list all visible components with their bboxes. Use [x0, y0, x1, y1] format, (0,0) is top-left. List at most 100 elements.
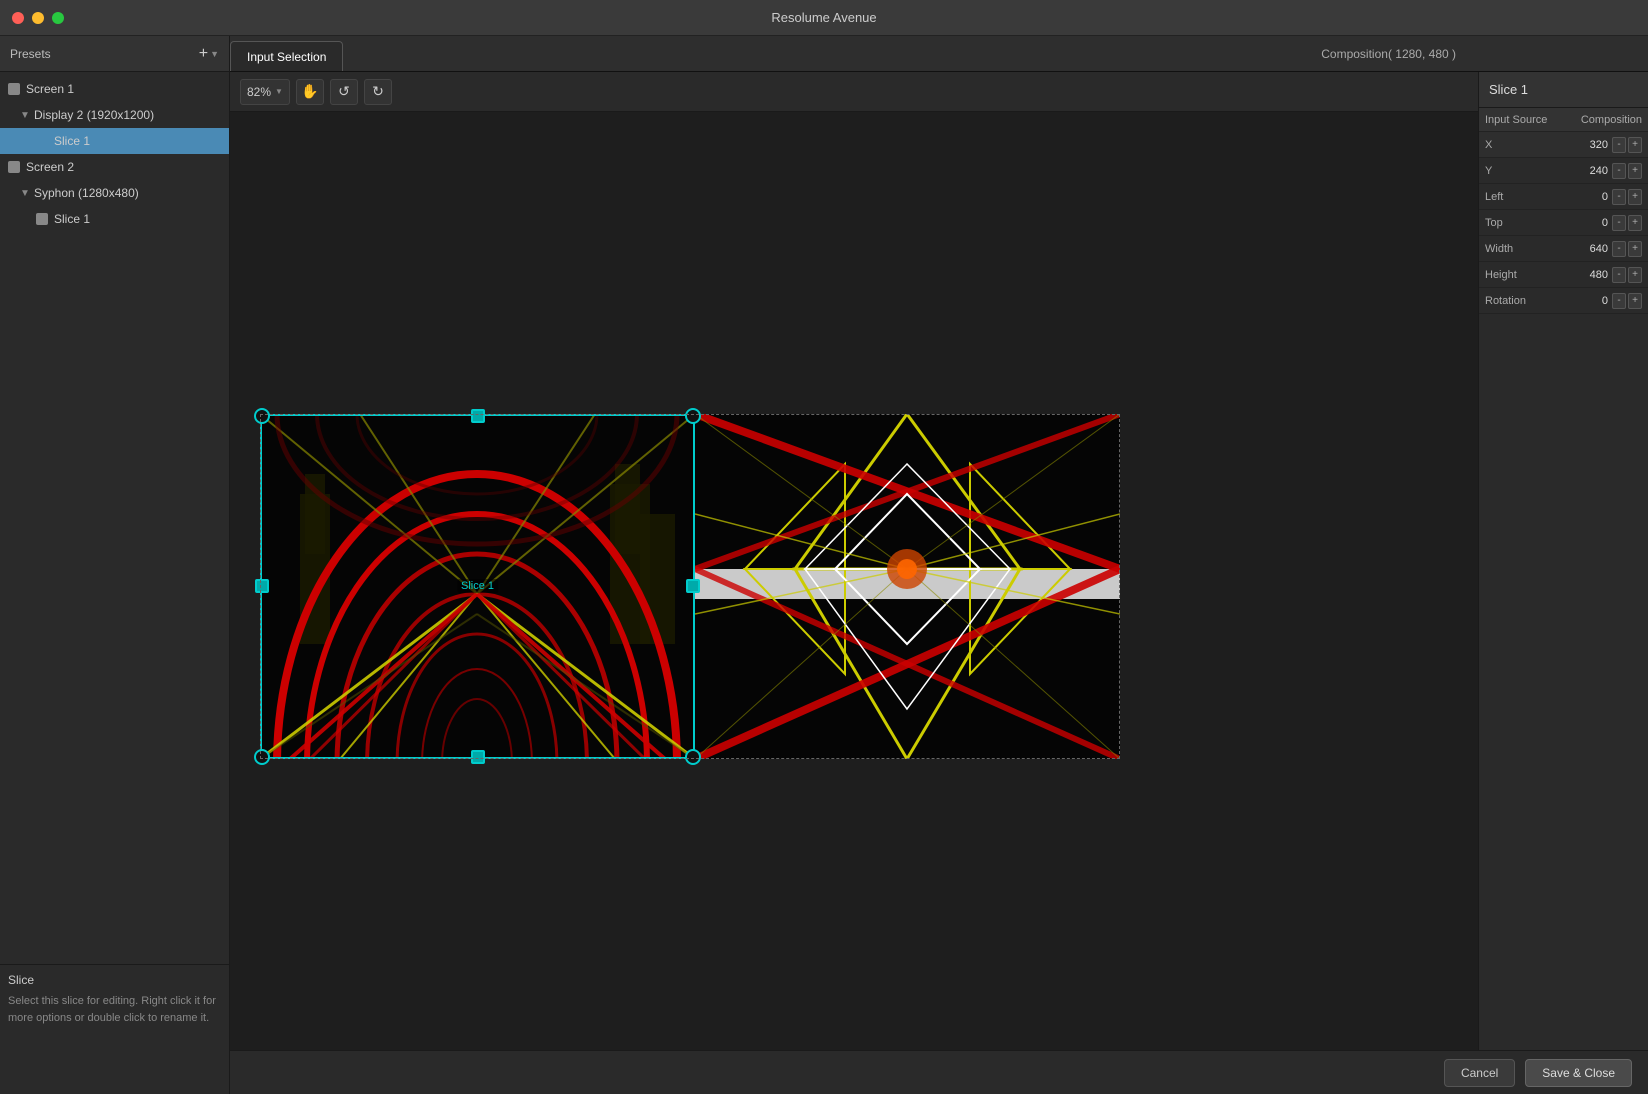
canvas-container: 82% ▼ ✋ ↺ ↻: [230, 72, 1478, 1050]
prop-x: X 320 - +: [1479, 132, 1648, 158]
zoom-value: 82%: [247, 85, 271, 99]
right-panel: Slice 1 Input Source Composition X 320 -…: [1478, 72, 1648, 1050]
prop-x-controls[interactable]: - +: [1612, 137, 1642, 153]
redo-button[interactable]: ↻: [364, 79, 392, 105]
prop-y-value: 240: [1568, 165, 1608, 177]
prop-rotation-label: Rotation: [1485, 295, 1568, 307]
screen1-label: Screen 1: [26, 82, 74, 96]
sidebar-item-display2[interactable]: ▼ Display 2 (1920x1200): [0, 102, 229, 128]
title-bar: Resolume Avenue: [0, 0, 1648, 36]
composition-canvas: Slice 1: [260, 414, 1120, 759]
prop-width-label: Width: [1485, 243, 1568, 255]
prop-rotation: Rotation 0 - +: [1479, 288, 1648, 314]
main-layout: Presets + ▼ Screen 1 ▼ Display 2 (1920x1…: [0, 36, 1648, 1094]
sidebar: Presets + ▼ Screen 1 ▼ Display 2 (1920x1…: [0, 36, 230, 1094]
prop-y-minus[interactable]: -: [1612, 163, 1626, 179]
prop-width: Width 640 - +: [1479, 236, 1648, 262]
prop-width-value: 640: [1568, 243, 1608, 255]
tab-label: Input Selection: [247, 50, 326, 64]
sidebar-item-slice1b[interactable]: Slice 1: [0, 206, 229, 232]
prop-x-plus[interactable]: +: [1628, 137, 1642, 153]
prop-rotation-plus[interactable]: +: [1628, 293, 1642, 309]
sidebar-info: Slice Select this slice for editing. Rig…: [0, 964, 229, 1094]
hand-tool-button[interactable]: ✋: [296, 79, 324, 105]
sidebar-item-slice1a[interactable]: Slice 1: [0, 128, 229, 154]
redo-icon: ↻: [372, 83, 384, 100]
zoom-control[interactable]: 82% ▼: [240, 79, 290, 105]
right-panel-header: Slice 1: [1479, 72, 1648, 108]
prop-left-plus[interactable]: +: [1628, 189, 1642, 205]
center-right-container: Input Selection Composition( 1280, 480 )…: [230, 36, 1648, 1094]
prop-left-label: Left: [1485, 191, 1568, 203]
prop-width-controls[interactable]: - +: [1612, 241, 1642, 257]
prop-x-minus[interactable]: -: [1612, 137, 1626, 153]
screen1-icon: [8, 83, 20, 95]
prop-height-minus[interactable]: -: [1612, 267, 1626, 283]
prop-height: Height 480 - +: [1479, 262, 1648, 288]
prop-rotation-minus[interactable]: -: [1612, 293, 1626, 309]
input-selection-tab[interactable]: Input Selection: [230, 41, 343, 71]
prop-top-minus[interactable]: -: [1612, 215, 1626, 231]
prop-height-label: Height: [1485, 269, 1568, 281]
sidebar-item-screen1[interactable]: Screen 1: [0, 76, 229, 102]
syphon-chevron-icon: ▼: [20, 188, 30, 198]
screen2-label: Screen 2: [26, 160, 74, 174]
close-button[interactable]: [12, 12, 24, 24]
display2-chevron-icon: ▼: [20, 110, 30, 120]
prop-left: Left 0 - +: [1479, 184, 1648, 210]
video-right: [695, 414, 1120, 759]
slice1b-label: Slice 1: [54, 212, 90, 226]
prop-left-minus[interactable]: -: [1612, 189, 1626, 205]
sidebar-header: Presets + ▼: [0, 36, 229, 72]
prop-y-label: Y: [1485, 165, 1568, 177]
prop-top-plus[interactable]: +: [1628, 215, 1642, 231]
prop-rotation-value: 0: [1568, 295, 1608, 307]
prop-height-plus[interactable]: +: [1628, 267, 1642, 283]
sidebar-info-desc: Select this slice for editing. Right cli…: [8, 993, 221, 1026]
undo-icon: ↺: [338, 83, 350, 100]
window-controls[interactable]: [12, 12, 64, 24]
video-left: [260, 414, 695, 759]
save-close-button[interactable]: Save & Close: [1525, 1059, 1632, 1087]
presets-label: Presets: [10, 47, 51, 61]
window-title: Resolume Avenue: [771, 10, 876, 25]
sidebar-item-screen2[interactable]: Screen 2: [0, 154, 229, 180]
toolbar: 82% ▼ ✋ ↺ ↻: [230, 72, 1478, 112]
prop-height-controls[interactable]: - +: [1612, 267, 1642, 283]
prop-x-label: X: [1485, 139, 1568, 151]
prop-height-value: 480: [1568, 269, 1608, 281]
add-button[interactable]: + ▼: [199, 45, 219, 63]
right-panel-title: Slice 1: [1489, 82, 1528, 97]
sidebar-tree: Screen 1 ▼ Display 2 (1920x1200) Slice 1…: [0, 72, 229, 964]
prop-col-headers: Input Source Composition: [1479, 108, 1648, 132]
prop-top: Top 0 - +: [1479, 210, 1648, 236]
cancel-button[interactable]: Cancel: [1444, 1059, 1515, 1087]
zoom-dropdown-icon: ▼: [275, 87, 283, 96]
display2-label: Display 2 (1920x1200): [34, 108, 154, 122]
prop-width-minus[interactable]: -: [1612, 241, 1626, 257]
hand-icon: ✋: [301, 83, 318, 100]
sidebar-info-title: Slice: [8, 973, 221, 987]
prop-width-plus[interactable]: +: [1628, 241, 1642, 257]
tab-bar: Input Selection Composition( 1280, 480 ): [230, 36, 1648, 72]
minimize-button[interactable]: [32, 12, 44, 24]
prop-y: Y 240 - +: [1479, 158, 1648, 184]
undo-button[interactable]: ↺: [330, 79, 358, 105]
prop-y-controls[interactable]: - +: [1612, 163, 1642, 179]
sidebar-item-syphon[interactable]: ▼ Syphon (1280x480): [0, 180, 229, 206]
prop-left-value: 0: [1568, 191, 1608, 203]
prop-x-value: 320: [1568, 139, 1608, 151]
composition-label: Composition( 1280, 480 ): [1309, 36, 1468, 72]
slice1b-icon: [36, 213, 48, 225]
content-area: 82% ▼ ✋ ↺ ↻: [230, 72, 1648, 1050]
maximize-button[interactable]: [52, 12, 64, 24]
prop-top-controls[interactable]: - +: [1612, 215, 1642, 231]
prop-left-controls[interactable]: - +: [1612, 189, 1642, 205]
prop-y-plus[interactable]: +: [1628, 163, 1642, 179]
add-icon: +: [199, 45, 208, 63]
add-chevron-icon: ▼: [210, 49, 219, 59]
col-composition: Composition: [1581, 114, 1642, 126]
properties-table: X 320 - + Y 240 - +: [1479, 132, 1648, 314]
prop-rotation-controls[interactable]: - +: [1612, 293, 1642, 309]
bottom-bar: Cancel Save & Close: [230, 1050, 1648, 1094]
